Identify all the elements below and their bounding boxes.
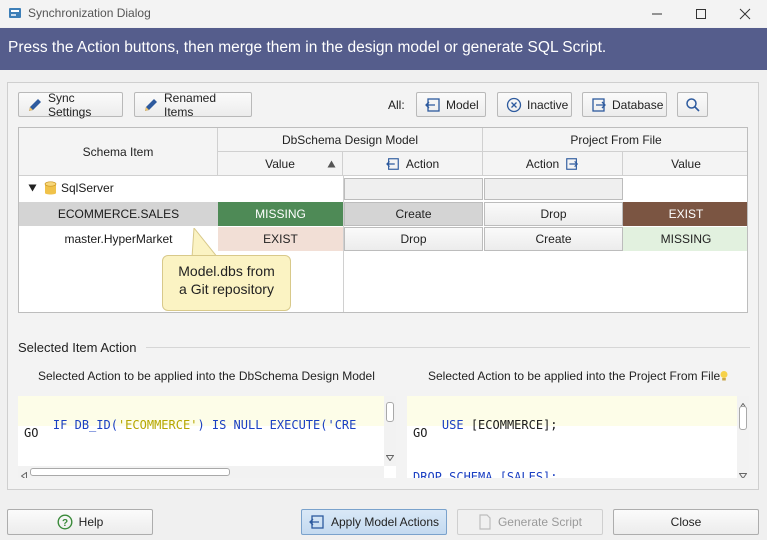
export-right-icon	[566, 157, 579, 170]
value-header-left-label: Value	[265, 156, 295, 171]
tree-item-sqlserver[interactable]: SqlServer	[61, 180, 114, 196]
window-title: Synchronization Dialog	[28, 6, 151, 20]
drop-action-button[interactable]: Drop	[484, 202, 623, 226]
tooltip-line-1: Model.dbs from	[178, 263, 275, 279]
left-value-missing: MISSING	[218, 202, 343, 226]
help-button[interactable]: ? Help	[7, 509, 153, 535]
drop-action-button[interactable]: Drop	[344, 227, 483, 251]
svg-text:?: ?	[62, 518, 68, 529]
scroll-up-icon[interactable]	[738, 398, 748, 409]
sql-drop-line: DROP SCHEMA [SALES];	[413, 470, 558, 478]
right-value-missing: MISSING	[623, 227, 747, 251]
create-action-button[interactable]: Create	[484, 227, 623, 251]
tree-item-ecommerce-sales[interactable]: ECOMMERCE.SALES	[19, 202, 218, 226]
action-header-left[interactable]: Action	[343, 152, 483, 176]
export-right-icon	[592, 97, 606, 112]
import-left-icon	[309, 515, 324, 529]
right-value-exist: EXIST	[623, 202, 747, 226]
lightbulb-icon	[719, 370, 729, 382]
apply-model-actions-button[interactable]: Apply Model Actions	[301, 509, 447, 535]
sort-asc-icon	[327, 160, 336, 168]
script-icon	[479, 514, 491, 530]
git-tooltip: Model.dbs from a Git repository	[162, 255, 291, 311]
row-name: ECOMMERCE.SALES	[57, 207, 180, 221]
scroll-down-icon[interactable]	[385, 454, 395, 464]
database-icon	[43, 180, 57, 196]
left-caption: Selected Action to be applied into the D…	[38, 369, 375, 383]
right-action-empty[interactable]	[484, 178, 623, 200]
model-label: Model	[446, 97, 479, 112]
horizontal-scrollbar[interactable]	[18, 466, 384, 478]
sync-settings-button[interactable]: Sync Settings	[18, 90, 123, 119]
minimize-icon[interactable]	[635, 0, 679, 27]
scroll-down-icon[interactable]	[738, 468, 748, 478]
create-action-button[interactable]: Create	[344, 202, 483, 226]
import-left-icon	[425, 97, 440, 112]
close-button[interactable]: Close	[613, 509, 759, 535]
search-button[interactable]	[677, 92, 708, 117]
generate-label: Generate Script	[497, 515, 583, 529]
close-window-icon[interactable]	[723, 0, 767, 27]
section-divider	[146, 347, 750, 348]
search-icon	[685, 97, 700, 112]
sql-keyword: USE	[441, 418, 464, 432]
project-file-group-header: Project From File	[483, 128, 747, 152]
left-value-exist: EXIST	[218, 227, 343, 251]
renamed-items-label: Renamed Items	[164, 90, 217, 119]
database-button[interactable]: Database	[582, 92, 667, 117]
sql-string: 'ECOMMERCE'	[117, 418, 198, 432]
sql-go: GO	[24, 426, 39, 440]
model-button[interactable]: Model	[416, 92, 486, 117]
vertical-scrollbar[interactable]	[737, 396, 749, 478]
value-header-left[interactable]: Value	[218, 152, 343, 176]
sql-keyword: IF	[52, 418, 68, 432]
tooltip-line-2: a Git repository	[179, 281, 274, 297]
schema-item-header[interactable]: Schema Item	[19, 128, 218, 176]
inactive-label: Inactive	[527, 97, 569, 112]
collapse-triangle-icon[interactable]	[25, 180, 39, 196]
vertical-scrollbar[interactable]	[384, 396, 396, 466]
database-label: Database	[612, 97, 664, 112]
design-model-group-header: DbSchema Design Model	[218, 128, 483, 152]
generate-script-button[interactable]: Generate Script	[457, 509, 603, 535]
sql-rest: ) IS NULL EXECUTE('CRE	[197, 418, 357, 432]
pencil-icon	[145, 98, 157, 111]
inactive-button[interactable]: Inactive	[497, 92, 572, 117]
sql-identifier: [ECOMMERCE];	[470, 418, 558, 432]
scroll-left-icon[interactable]	[20, 469, 27, 478]
help-label: Help	[78, 515, 104, 529]
left-sql-editor[interactable]: IF DB_ID('ECOMMERCE') IS NULL EXECUTE('C…	[18, 396, 396, 478]
sql-go: GO	[413, 426, 428, 440]
tooltip-pointer	[191, 228, 219, 258]
action-header-left-label: Action	[405, 156, 440, 171]
sync-grid: Schema Item DbSchema Design Model Projec…	[18, 127, 748, 313]
scroll-thumb[interactable]	[386, 402, 394, 422]
section-label: Selected Item Action	[18, 340, 137, 355]
sync-settings-label: Sync Settings	[48, 90, 92, 119]
all-label: All:	[388, 98, 405, 112]
close-label: Close	[670, 515, 702, 529]
right-sql-editor[interactable]: USE [ECOMMERCE]; GO DROP SCHEMA [SALES];	[407, 396, 749, 478]
sql-function: DB_ID(	[74, 418, 118, 432]
scroll-thumb[interactable]	[739, 406, 747, 430]
pencil-icon	[29, 98, 41, 111]
right-caption: Selected Action to be applied into the P…	[428, 369, 721, 383]
scroll-thumb[interactable]	[30, 468, 230, 476]
action-header-right-label: Action	[525, 156, 560, 171]
row-name: master.HyperMarket	[64, 232, 173, 246]
maximize-icon[interactable]	[679, 0, 723, 27]
apply-label: Apply Model Actions	[330, 515, 440, 529]
import-left-icon	[385, 157, 399, 170]
app-icon	[7, 5, 23, 21]
left-action-empty[interactable]	[344, 178, 483, 200]
value-header-right[interactable]: Value	[623, 152, 747, 176]
instruction-banner: Press the Action buttons, then merge the…	[0, 28, 767, 70]
help-icon: ?	[57, 514, 73, 530]
action-header-right[interactable]: Action	[483, 152, 623, 176]
cancel-circle-icon	[506, 97, 522, 112]
renamed-items-button[interactable]: Renamed Items	[134, 90, 252, 119]
